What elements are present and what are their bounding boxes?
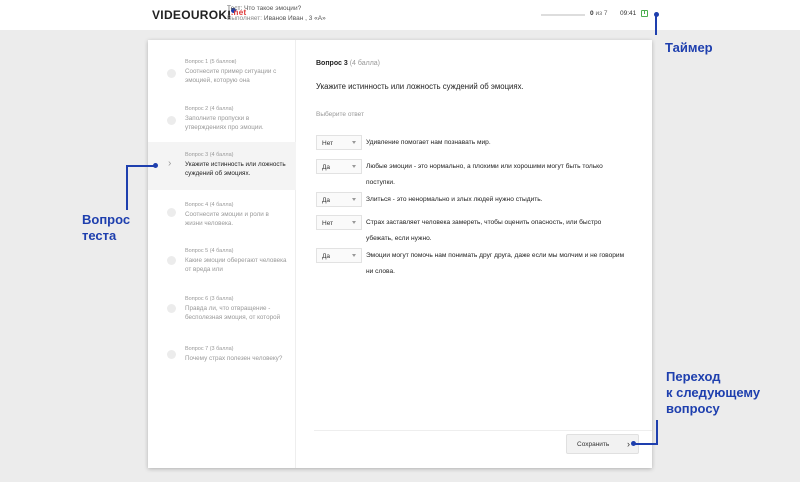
question-preview: Какие эмоции оберегают человека от вреда… bbox=[185, 257, 287, 273]
question-preview: Соотнесите пример ситуации с эмоцией, ко… bbox=[185, 68, 277, 84]
question-status-icon bbox=[167, 208, 176, 217]
question-label: Вопрос 2 (4 балла) bbox=[185, 106, 234, 112]
timer-callout: Таймер bbox=[665, 40, 713, 55]
question-preview: Почему страх полезен человеку? bbox=[185, 355, 283, 362]
timer-icon[interactable] bbox=[641, 10, 648, 17]
question-status-icon bbox=[167, 69, 176, 78]
question-preview: Укажите истинность или ложность суждений… bbox=[185, 161, 286, 177]
answer-select[interactable]: Да bbox=[316, 159, 362, 174]
question-label: Вопрос 5 (4 балла) bbox=[185, 248, 234, 254]
question-preview: Заполните пропуски в утверждениях про эм… bbox=[185, 115, 264, 131]
sidebar-item-question-5[interactable]: Вопрос 5 (4 балла) Какие эмоции оберегаю… bbox=[148, 243, 296, 291]
question-preview: Соотнесите эмоции и роли в жизни человек… bbox=[185, 211, 269, 227]
user-name: Иванов Иван , 3 «А» bbox=[263, 15, 326, 22]
chevron-down-icon bbox=[352, 221, 356, 224]
answer-select[interactable]: Нет bbox=[316, 135, 362, 150]
question-points: (4 балла) bbox=[349, 60, 381, 67]
question-callout-line-v bbox=[126, 165, 128, 210]
answer-statement: Злиться - это ненормально и злых людей н… bbox=[366, 196, 543, 203]
logo[interactable]: VIDEOUROKI .net bbox=[152, 8, 246, 22]
save-button[interactable]: Сохранить › bbox=[566, 434, 639, 454]
question-callout: Вопрос теста bbox=[82, 212, 130, 244]
next-callout-dot bbox=[631, 441, 636, 446]
question-header: Вопрос 3 (4 балла) bbox=[316, 60, 380, 67]
progress-count: 0 из 7 bbox=[590, 10, 607, 17]
question-label: Вопрос 7 (3 балла) bbox=[185, 346, 234, 352]
answer-statement: Любые эмоции - это нормально, а плохими … bbox=[366, 163, 603, 186]
test-title: Тест: Что такое эмоции? bbox=[227, 5, 302, 12]
chevron-down-icon bbox=[352, 254, 356, 257]
chevron-right-icon: › bbox=[627, 439, 630, 449]
sidebar-item-question-6[interactable]: Вопрос 6 (3 балла) Правда ли, что отвращ… bbox=[148, 291, 296, 339]
sidebar-item-question-1[interactable]: Вопрос 1 (5 баллов) Соотнесите пример си… bbox=[148, 54, 296, 102]
question-callout-line2: теста bbox=[82, 228, 117, 243]
question-number: Вопрос 3 bbox=[316, 60, 348, 67]
question-preview: Правда ли, что отвращение - бесполезная … bbox=[185, 305, 281, 321]
sidebar-item-question-7[interactable]: Вопрос 7 (3 балла) Почему страх полезен … bbox=[148, 341, 296, 389]
next-callout-line-v bbox=[656, 420, 658, 445]
answer-statement: Страх заставляет человека замереть, чтоб… bbox=[366, 219, 602, 242]
answer-select-value: Да bbox=[322, 197, 331, 204]
next-callout: Переход к следующему вопросу bbox=[666, 369, 760, 417]
next-callout-line3: вопросу bbox=[666, 401, 720, 416]
sidebar-item-question-3[interactable]: › Вопрос 3 (4 балла) Укажите истинность … bbox=[148, 142, 296, 190]
answer-select[interactable]: Да bbox=[316, 192, 362, 207]
question-panel: Вопрос 3 (4 балла) Укажите истинность ил… bbox=[314, 40, 652, 468]
answer-select[interactable]: Да bbox=[316, 248, 362, 263]
chevron-down-icon bbox=[352, 198, 356, 201]
answer-select-value: Да bbox=[322, 253, 331, 260]
save-button-label: Сохранить bbox=[577, 441, 610, 448]
footer-divider bbox=[314, 430, 652, 431]
question-status-icon bbox=[167, 256, 176, 265]
question-callout-dot bbox=[153, 163, 158, 168]
question-status-icon bbox=[167, 350, 176, 359]
progress-current: 0 bbox=[590, 10, 594, 17]
next-callout-line-h bbox=[634, 443, 658, 445]
progress-suffix: из 7 bbox=[595, 10, 608, 17]
answer-select-value: Нет bbox=[322, 140, 334, 147]
question-sidebar: Вопрос 1 (5 баллов) Соотнесите пример си… bbox=[148, 40, 296, 468]
question-status-icon bbox=[167, 116, 176, 125]
chevron-right-icon: › bbox=[168, 158, 172, 169]
timer-callout-line bbox=[655, 14, 657, 35]
answer-select-value: Да bbox=[322, 164, 331, 171]
logo-text: VIDEOUROKI bbox=[152, 8, 232, 22]
chevron-down-icon bbox=[352, 141, 356, 144]
chevron-down-icon bbox=[352, 165, 356, 168]
question-status-icon bbox=[167, 304, 176, 313]
answer-select[interactable]: Нет bbox=[316, 215, 362, 230]
progress-bar bbox=[541, 14, 585, 16]
timer-callout-dot bbox=[654, 12, 659, 17]
timer: 09:41 bbox=[620, 10, 637, 17]
answer-statement: Удивление помогает нам познавать мир. bbox=[366, 139, 491, 146]
question-label: Вопрос 3 (4 балла) bbox=[185, 152, 234, 158]
question-callout-line1: Вопрос bbox=[82, 212, 131, 227]
top-bar: VIDEOUROKI .net Тест: Что такое эмоции? В… bbox=[0, 0, 800, 30]
answer-statement: Эмоции могут помочь нам понимать друг др… bbox=[366, 252, 625, 275]
question-label: Вопрос 6 (3 балла) bbox=[185, 296, 234, 302]
choose-answer-label: Выберите ответ bbox=[316, 111, 365, 118]
test-user: Выполняет: Иванов Иван , 3 «А» bbox=[227, 15, 326, 22]
user-prefix: Выполняет: bbox=[227, 15, 263, 22]
question-text: Укажите истинность или ложность суждений… bbox=[316, 82, 524, 91]
question-label: Вопрос 1 (5 баллов) bbox=[185, 59, 237, 65]
next-callout-line2: к следующему bbox=[666, 385, 761, 400]
question-callout-line-h bbox=[126, 165, 156, 167]
question-label: Вопрос 4 (4 балла) bbox=[185, 202, 234, 208]
sidebar-item-question-4[interactable]: Вопрос 4 (4 балла) Соотнесите эмоции и р… bbox=[148, 197, 296, 245]
answer-select-value: Нет bbox=[322, 220, 334, 227]
next-callout-line1: Переход bbox=[666, 369, 721, 384]
test-card: Вопрос 1 (5 баллов) Соотнесите пример си… bbox=[148, 40, 652, 468]
